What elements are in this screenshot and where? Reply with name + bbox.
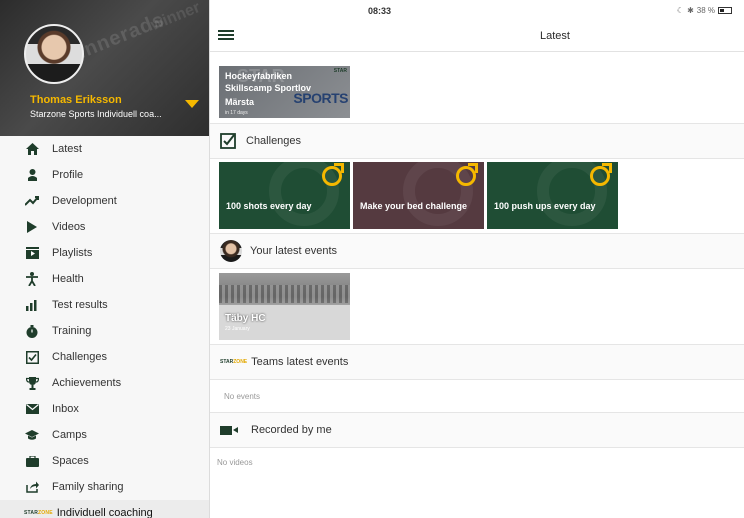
sidebar-item-label: Profile: [52, 169, 84, 181]
sidebar-item-label: Camps: [52, 429, 87, 441]
sidebar-item-label: Latest: [52, 143, 82, 155]
playlist-icon: [24, 245, 40, 261]
sidebar-item-label: Challenges: [52, 351, 108, 363]
section-challenges[interactable]: Challenges: [210, 123, 744, 159]
camp-card[interactable]: STAR STAR Hockeyfabriken Skillscamp Spor…: [219, 66, 350, 118]
play-icon: [24, 219, 40, 235]
chevron-down-icon[interactable]: [185, 100, 199, 108]
empty-state-text: No videos: [217, 458, 253, 467]
trophy-icon: [24, 375, 40, 391]
profile-header[interactable]: winnerads winner Thomas Eriksson Starzon…: [0, 0, 209, 136]
event-date: 23 January: [225, 326, 250, 332]
section-title: Challenges: [246, 135, 302, 147]
sidebar-item-label: Health: [52, 273, 84, 285]
stopwatch-icon: [24, 323, 40, 339]
challenge-badge-icon: [456, 163, 478, 186]
sidebar-item-latest[interactable]: Latest: [0, 136, 209, 162]
sidebar-nav: Latest Profile Development Videos Playli…: [0, 136, 209, 518]
event-title: Täby HC: [225, 313, 266, 324]
checkbox-icon: [220, 133, 236, 149]
sidebar-item-label: Inbox: [52, 403, 79, 415]
status-bar: 08:33 ☾ ✱ 38 %: [210, 0, 744, 20]
sidebar-item-family-sharing[interactable]: Family sharing: [0, 474, 209, 500]
app-header: Latest: [210, 20, 744, 52]
challenge-card[interactable]: Make your bed challenge: [353, 162, 484, 229]
starzone-logo-icon: STARZONE: [220, 359, 248, 365]
briefcase-icon: [24, 453, 40, 469]
section-title: Teams latest events: [251, 356, 349, 368]
hamburger-menu-icon[interactable]: [218, 28, 234, 42]
section-teams-latest-events[interactable]: STARZONE Teams latest events: [210, 344, 744, 380]
sidebar-item-training[interactable]: Training: [0, 318, 209, 344]
camp-brand-big: SPORTS: [293, 90, 348, 106]
event-card[interactable]: Täby HC 23 January: [219, 273, 350, 340]
moon-icon: ☾: [676, 6, 685, 15]
graduation-cap-icon: [24, 427, 40, 443]
status-time: 08:33: [368, 6, 392, 16]
sidebar-item-label: Videos: [52, 221, 86, 233]
section-recorded-by-me[interactable]: Recorded by me: [210, 412, 744, 448]
sidebar-item-challenges[interactable]: Challenges: [0, 344, 209, 370]
sidebar-item-development[interactable]: Development: [0, 188, 209, 214]
sidebar-item-inbox[interactable]: Inbox: [0, 396, 209, 422]
sidebar-item-camps[interactable]: Camps: [0, 422, 209, 448]
section-your-latest-events[interactable]: Your latest events: [210, 233, 744, 269]
sidebar-item-label: Test results: [52, 299, 108, 311]
sidebar-item-label: Individuell coaching: [56, 507, 153, 518]
sidebar-item-health[interactable]: Health: [0, 266, 209, 292]
starzone-logo-icon: STARZONE: [24, 510, 53, 516]
sidebar-item-label: Family sharing: [52, 481, 124, 493]
challenge-title: 100 push ups every day: [494, 201, 596, 211]
sidebar-item-playlists[interactable]: Playlists: [0, 240, 209, 266]
sidebar-item-label: Spaces: [52, 455, 89, 467]
section-title: Your latest events: [250, 245, 338, 257]
home-icon: [24, 141, 40, 157]
user-team: Starzone Sports Individuell coa...: [30, 109, 162, 119]
sidebar-item-test-results[interactable]: Test results: [0, 292, 209, 318]
checkbox-icon: [24, 349, 40, 365]
challenge-badge-icon: [590, 163, 612, 186]
battery-percent: 38 %: [696, 6, 715, 15]
challenge-card[interactable]: 100 shots every day: [219, 162, 350, 229]
sidebar-item-spaces[interactable]: Spaces: [0, 448, 209, 474]
health-icon: [24, 271, 40, 287]
sidebar-item-label: Development: [52, 195, 117, 207]
trend-icon: [24, 193, 40, 209]
section-title: Recorded by me: [251, 424, 332, 436]
camp-title-line1: Hockeyfabriken: [225, 71, 293, 81]
camp-when: in 17 days: [225, 110, 248, 116]
sidebar-item-label: Playlists: [52, 247, 93, 259]
sidebar-item-label: Training: [52, 325, 92, 337]
camp-location: Märsta: [225, 97, 255, 107]
sidebar: winnerads winner Thomas Eriksson Starzon…: [0, 0, 210, 518]
sidebar-item-profile[interactable]: Profile: [0, 162, 209, 188]
person-icon: [24, 167, 40, 183]
share-icon: [24, 479, 40, 495]
page-title: Latest: [540, 30, 570, 42]
bluetooth-icon: ✱: [687, 6, 694, 15]
battery-icon: [718, 7, 732, 14]
challenge-card[interactable]: 100 push ups every day: [487, 162, 618, 229]
sidebar-item-individuell-coaching[interactable]: STARZONE Individuell coaching: [0, 500, 209, 518]
challenge-badge-icon: [322, 163, 344, 186]
main-feed: STAR STAR Hockeyfabriken Skillscamp Spor…: [210, 52, 744, 518]
sidebar-item-achievements[interactable]: Achievements: [0, 370, 209, 396]
sidebar-item-label: Achievements: [52, 377, 122, 389]
challenge-title: Make your bed challenge: [360, 201, 468, 211]
avatar[interactable]: [24, 24, 84, 84]
status-indicators: ☾ ✱ 38 %: [677, 6, 732, 15]
mail-icon: [24, 401, 40, 417]
user-name: Thomas Eriksson: [30, 94, 122, 106]
avatar: [220, 240, 242, 262]
sidebar-item-videos[interactable]: Videos: [0, 214, 209, 240]
starzone-logo-icon: STAR: [333, 68, 347, 74]
video-camera-icon: [220, 425, 238, 435]
challenge-title: 100 shots every day: [226, 201, 312, 211]
empty-state-text: No events: [224, 392, 261, 401]
bar-chart-icon: [24, 297, 40, 313]
